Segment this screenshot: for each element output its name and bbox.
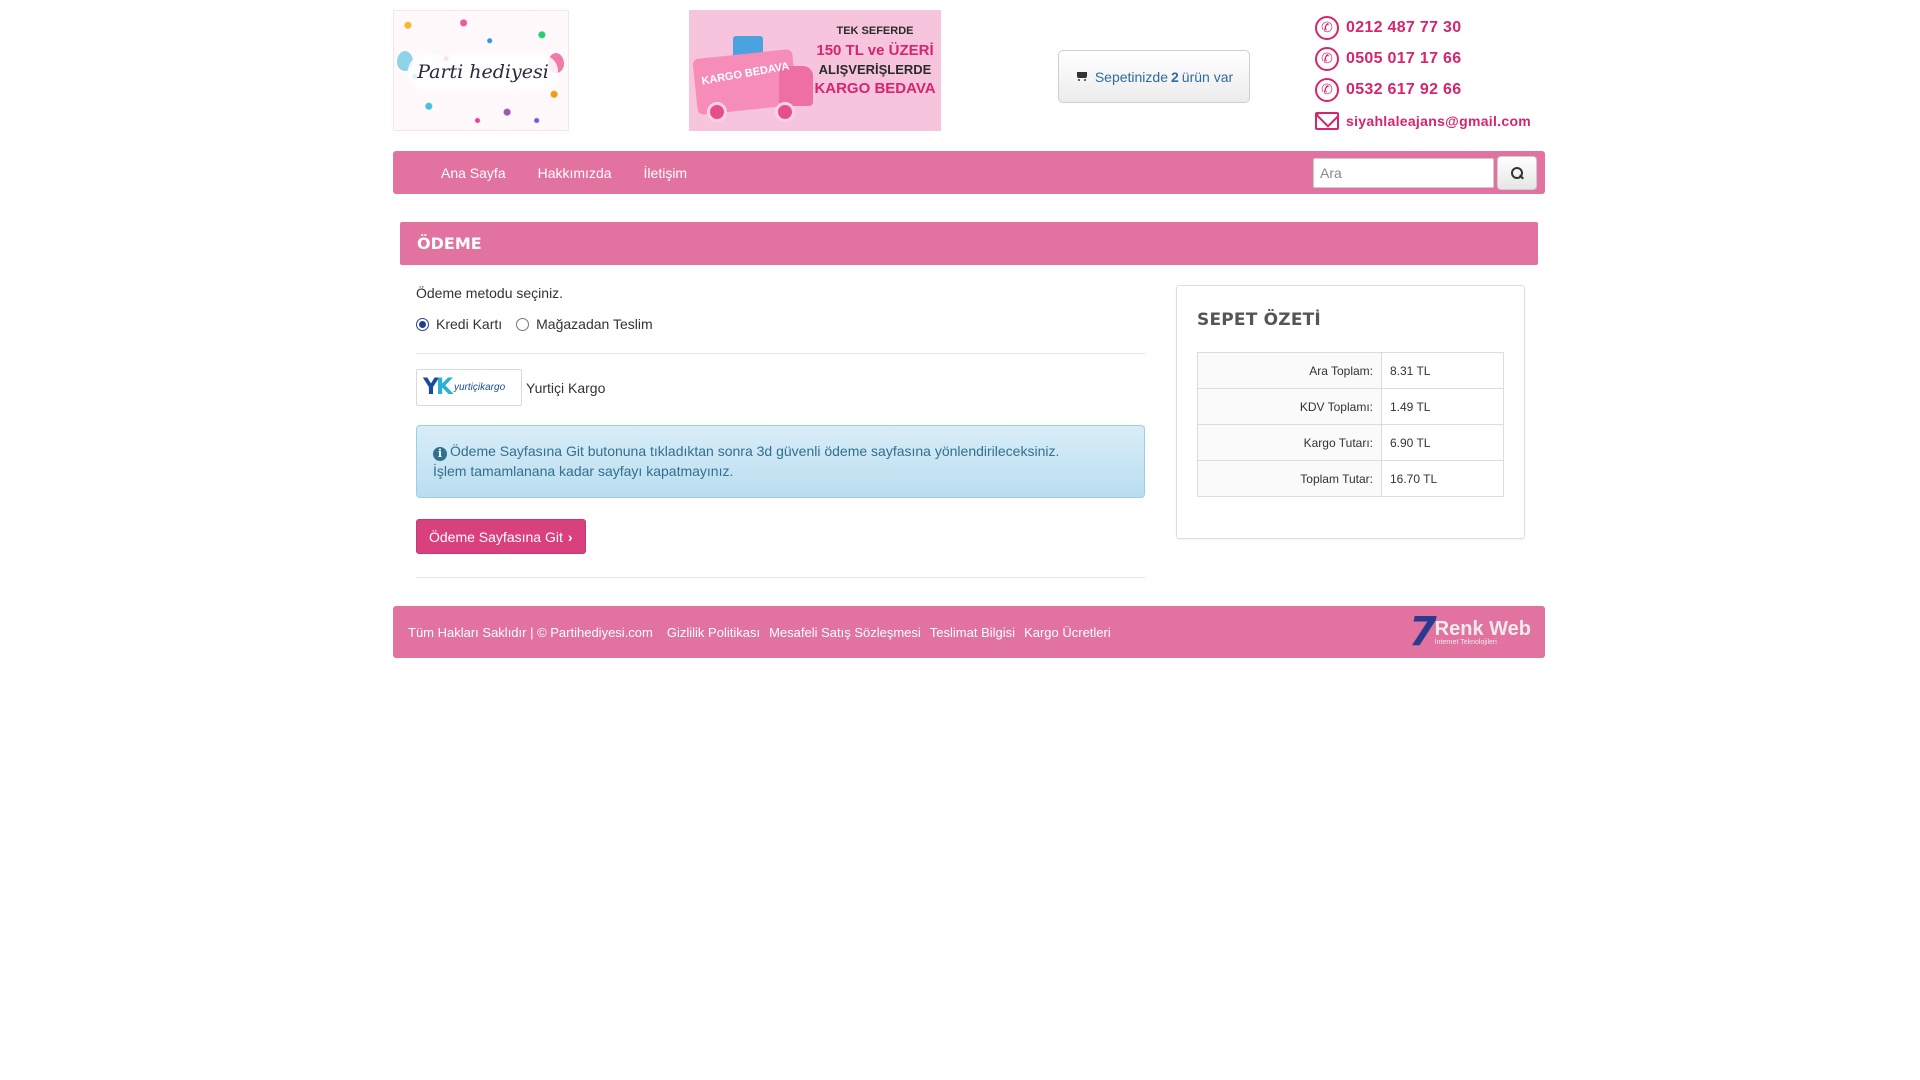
info-alert: i Ödeme Sayfasına Git butonuna tıkladıkta…	[416, 425, 1145, 498]
search-icon	[1511, 167, 1523, 179]
search-input[interactable]	[1313, 158, 1494, 188]
cart-summary-table: Ara Toplam: 8.31 TL KDV Toplamı: 1.49 TL…	[1197, 352, 1504, 497]
cart-summary-title: SEPET ÖZETİ	[1197, 310, 1321, 330]
site-footer: Tüm Hakları Saklıdır | © Partihediyesi.c…	[393, 606, 1545, 658]
brand-mark-icon: 7	[1408, 609, 1437, 655]
cart-icon	[1075, 71, 1089, 83]
summary-label: KDV Toplamı:	[1197, 388, 1382, 425]
payment-method-options: Kredi Kartı Mağazadan Teslim	[416, 316, 1145, 332]
info-icon: i	[433, 447, 447, 461]
phone-icon: ✆	[1315, 77, 1339, 102]
payment-option-label: Kredi Kartı	[436, 316, 503, 332]
promo-line: TEK SEFERDE	[836, 25, 914, 37]
mail-icon	[1315, 111, 1339, 130]
contact-info: ✆ 0212 487 77 30 ✆ 0505 017 17 66 ✆ 0532…	[1315, 12, 1555, 136]
nav-item-about[interactable]: Hakkımızda	[538, 165, 612, 181]
info-text-line1: Ödeme Sayfasına Git butonuna tıkladıktan…	[450, 443, 1060, 459]
yurtici-kargo-logo: YK yurtiçikargo	[416, 369, 522, 406]
nav-menu: Ana Sayfa Hakkımızda İletişim	[441, 151, 719, 194]
store-pickup-radio[interactable]	[516, 317, 530, 331]
wheel-icon	[707, 102, 727, 122]
summary-value: 8.31 TL	[1381, 352, 1504, 389]
phone-icon: ✆	[1315, 15, 1339, 40]
divider	[416, 353, 1145, 354]
email-address: siyahlaleajans@gmail.com	[1346, 112, 1532, 129]
brand-name: Renk Web	[1434, 618, 1531, 640]
free-shipping-banner: KARGO BEDAVA TEK SEFERDE 150 TL ve ÜZERİ…	[689, 10, 941, 131]
payment-section: Ödeme metodu seçiniz. Kredi Kartı Mağaza…	[416, 285, 1145, 578]
cart-summary-button[interactable]: Sepetinizde 2 ürün var	[1058, 50, 1250, 103]
phone-icon: ✆	[1315, 46, 1339, 71]
footer-link-shipping-fees[interactable]: Kargo Ücretleri	[1024, 625, 1111, 640]
table-row: Ara Toplam: 8.31 TL	[1197, 352, 1504, 389]
chevron-right-icon: ›	[567, 528, 573, 545]
phone-number: 0505 017 17 66	[1346, 49, 1462, 67]
main-navbar: Ana Sayfa Hakkımızda İletişim	[393, 151, 1545, 194]
yurtici-mark-icon: YK	[423, 375, 453, 400]
contact-phone[interactable]: ✆ 0532 617 92 66	[1315, 74, 1555, 105]
promo-line: KARGO BEDAVA	[814, 80, 936, 97]
summary-label: Kargo Tutarı:	[1197, 424, 1382, 461]
renkweb-logo[interactable]: 7 Renk Web İnternet Teknolojileri	[1409, 610, 1531, 654]
payment-method-prompt: Ödeme metodu seçiniz.	[416, 285, 564, 301]
search-button[interactable]	[1497, 156, 1537, 190]
footer-link-distance-sales[interactable]: Mesafeli Satış Sözleşmesi	[769, 625, 921, 640]
shipping-carrier: YK yurtiçikargo Yurtiçi Kargo	[416, 369, 605, 406]
summary-label: Toplam Tutar:	[1197, 460, 1382, 497]
summary-value: 1.49 TL	[1381, 388, 1504, 425]
cart-count: 2	[1171, 68, 1179, 85]
table-row: Kargo Tutarı: 6.90 TL	[1197, 424, 1504, 461]
carrier-logo-text: yurtiçikargo	[454, 382, 506, 393]
contact-email[interactable]: siyahlaleajans@gmail.com	[1315, 105, 1555, 136]
phone-number: 0212 487 77 30	[1346, 18, 1462, 36]
promo-line: ALIŞVERİŞLERDE	[818, 62, 932, 77]
footer-link-privacy[interactable]: Gizlilik Politikası	[667, 625, 760, 640]
info-text-line2: İşlem tamamlanana kadar sayfayı kapatmay…	[433, 463, 734, 479]
payment-option-credit-card[interactable]: Kredi Kartı	[416, 316, 502, 332]
payment-option-label: Mağazadan Teslim	[536, 316, 653, 332]
summary-label: Ara Toplam:	[1197, 352, 1382, 389]
copyright-text: Tüm Hakları Saklıdır | © Partihediyesi.c…	[408, 624, 653, 640]
footer-link-delivery[interactable]: Teslimat Bilgisi	[930, 625, 1015, 640]
summary-value: 16.70 TL	[1381, 460, 1504, 497]
page-title: ÖDEME	[400, 222, 1538, 265]
contact-phone[interactable]: ✆ 0505 017 17 66	[1315, 43, 1555, 74]
table-row: KDV Toplamı: 1.49 TL	[1197, 388, 1504, 425]
cart-prefix: Sepetinizde	[1094, 68, 1168, 85]
carrier-name: Yurtiçi Kargo	[526, 379, 606, 396]
promo-text: TEK SEFERDE 150 TL ve ÜZERİ ALIŞVERİŞLER…	[813, 22, 937, 98]
payment-option-store-pickup[interactable]: Mağazadan Teslim	[516, 316, 653, 332]
phone-number: 0532 617 92 66	[1346, 80, 1462, 98]
cart-suffix: ürün var	[1181, 68, 1234, 85]
contact-phone[interactable]: ✆ 0212 487 77 30	[1315, 12, 1555, 43]
cart-summary-panel: SEPET ÖZETİ Ara Toplam: 8.31 TL KDV Topl…	[1176, 285, 1525, 539]
promo-line: 150 TL ve ÜZERİ	[816, 42, 934, 59]
table-row: Toplam Tutar: 16.70 TL	[1197, 460, 1504, 497]
credit-card-radio[interactable]	[416, 317, 429, 331]
nav-item-contact[interactable]: İletişim	[644, 165, 688, 181]
divider	[416, 577, 1145, 578]
site-logo[interactable]: Parti hediyesi	[393, 10, 569, 131]
brand-tagline: İnternet Teknolojileri	[1434, 639, 1497, 646]
summary-value: 6.90 TL	[1381, 424, 1504, 461]
go-to-payment-label: Ödeme Sayfasına Git	[429, 528, 563, 545]
nav-item-home[interactable]: Ana Sayfa	[441, 165, 506, 181]
go-to-payment-button[interactable]: Ödeme Sayfasına Git ›	[416, 519, 586, 554]
logo-text: Parti hediyesi	[408, 55, 558, 89]
wheel-icon	[775, 102, 795, 122]
